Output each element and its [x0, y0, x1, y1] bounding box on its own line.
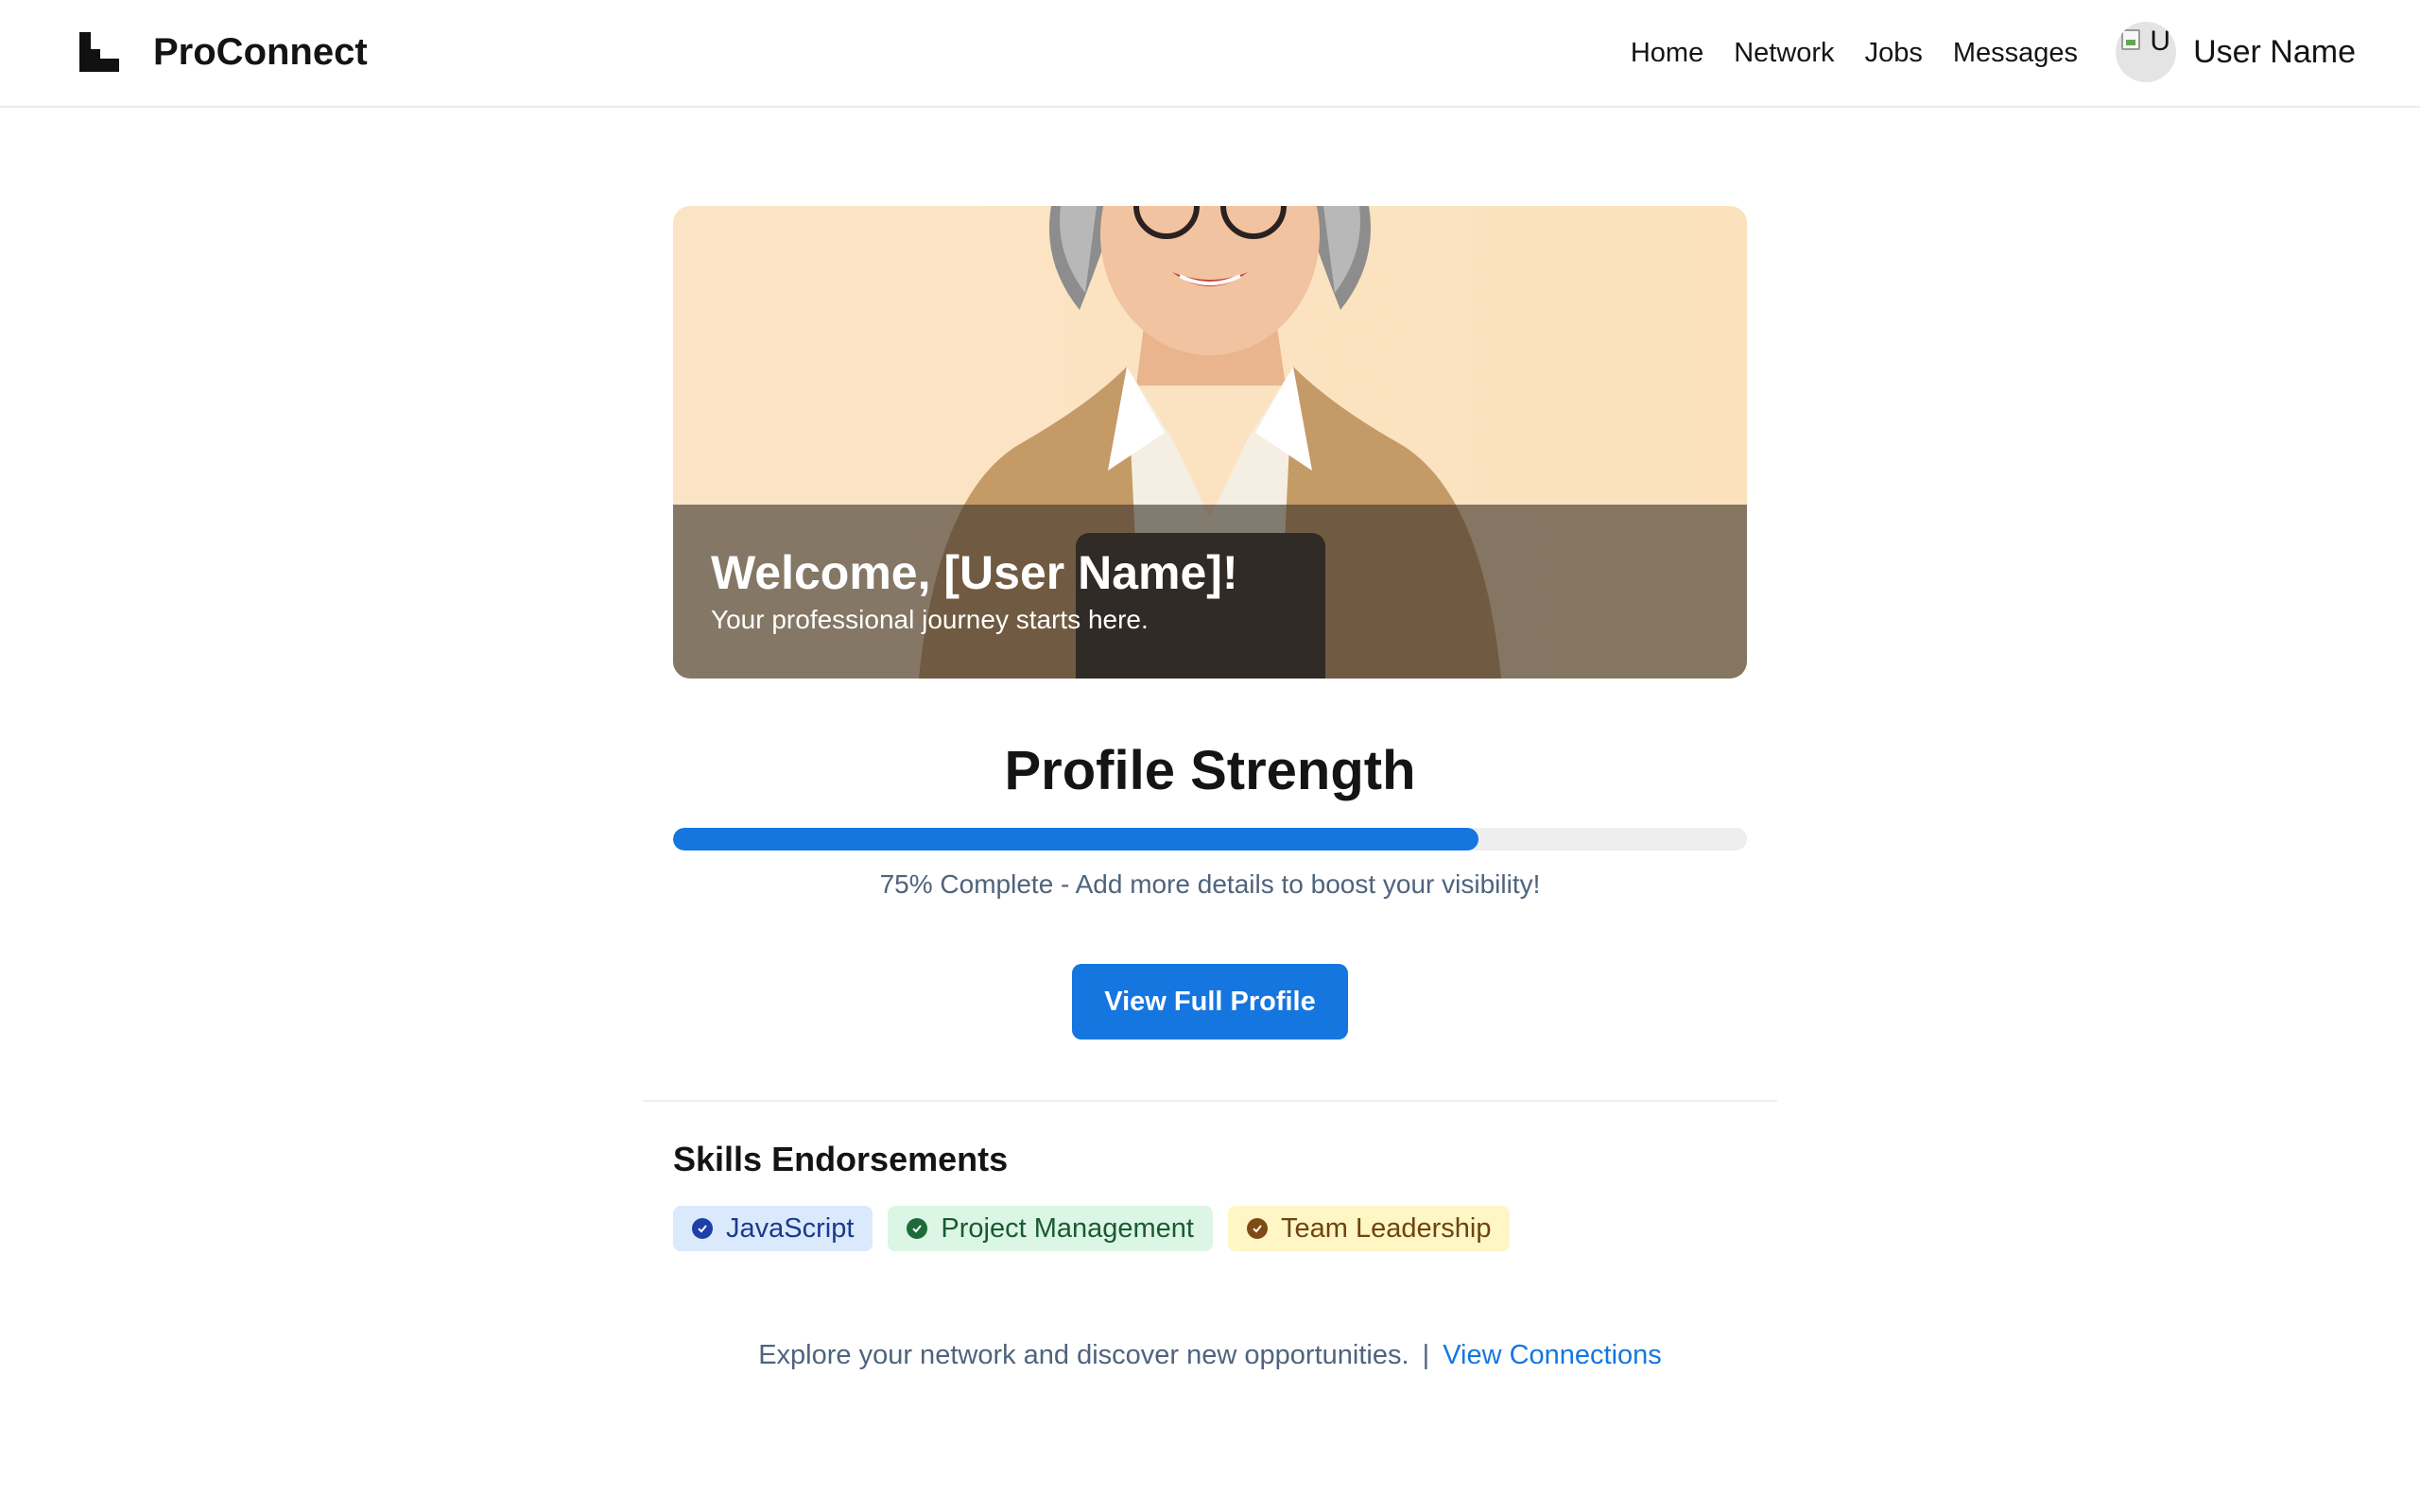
nav-messages[interactable]: Messages: [1953, 31, 2078, 75]
profile-progress-note: 75% Complete - Add more details to boost…: [879, 869, 1541, 899]
avatar-alt-text: U: [2150, 26, 2171, 57]
check-circle-icon: [907, 1218, 928, 1239]
nav-home[interactable]: Home: [1631, 31, 1703, 75]
skill-label: JavaScript: [726, 1213, 855, 1244]
skill-label: Project Management: [941, 1213, 1194, 1244]
separator: |: [1422, 1340, 1430, 1370]
user-name: User Name: [2193, 34, 2356, 70]
user-menu[interactable]: U User Name: [2116, 22, 2356, 82]
view-full-profile-button[interactable]: View Full Profile: [1072, 964, 1348, 1040]
view-connections-link[interactable]: View Connections: [1443, 1340, 1662, 1370]
section-divider: [643, 1100, 1777, 1102]
top-navbar: ProConnect Home Network Jobs Messages U …: [0, 0, 2420, 108]
network-cta-text: Explore your network and discover new op…: [758, 1340, 1409, 1370]
skill-pill-javascript[interactable]: JavaScript: [673, 1206, 873, 1251]
skill-pill-team-leadership[interactable]: Team Leadership: [1227, 1206, 1511, 1251]
network-cta-line: Explore your network and discover new op…: [0, 1334, 2420, 1376]
welcome-title: Welcome, [User Name]!: [711, 546, 1238, 599]
brand-name: ProConnect: [153, 31, 368, 73]
skills-endorsements-title: Skills Endorsements: [673, 1140, 1009, 1178]
check-circle-icon: [1246, 1218, 1268, 1239]
nav-jobs[interactable]: Jobs: [1865, 31, 1923, 75]
nav-network[interactable]: Network: [1734, 31, 1834, 75]
main-nav: Home Network Jobs Messages: [1600, 31, 2078, 75]
profile-progress-fill: [673, 828, 1478, 850]
brand-logo[interactable]: ProConnect: [79, 28, 368, 76]
avatar[interactable]: U: [2116, 22, 2177, 82]
broken-image-icon: [2121, 29, 2141, 50]
skill-label: Team Leadership: [1280, 1213, 1492, 1244]
skills-list: JavaScript Project Management Team Leade…: [673, 1206, 1525, 1251]
welcome-subtitle: Your professional journey starts here.: [711, 605, 1149, 634]
profile-progress-bar: [673, 828, 1747, 850]
skill-pill-project-management[interactable]: Project Management: [888, 1206, 1213, 1251]
welcome-hero: Welcome, [User Name]! Your professional …: [673, 206, 1747, 679]
check-circle-icon: [692, 1218, 713, 1239]
stair-logo-icon: [79, 32, 119, 72]
profile-strength-title: Profile Strength: [1004, 740, 1416, 801]
